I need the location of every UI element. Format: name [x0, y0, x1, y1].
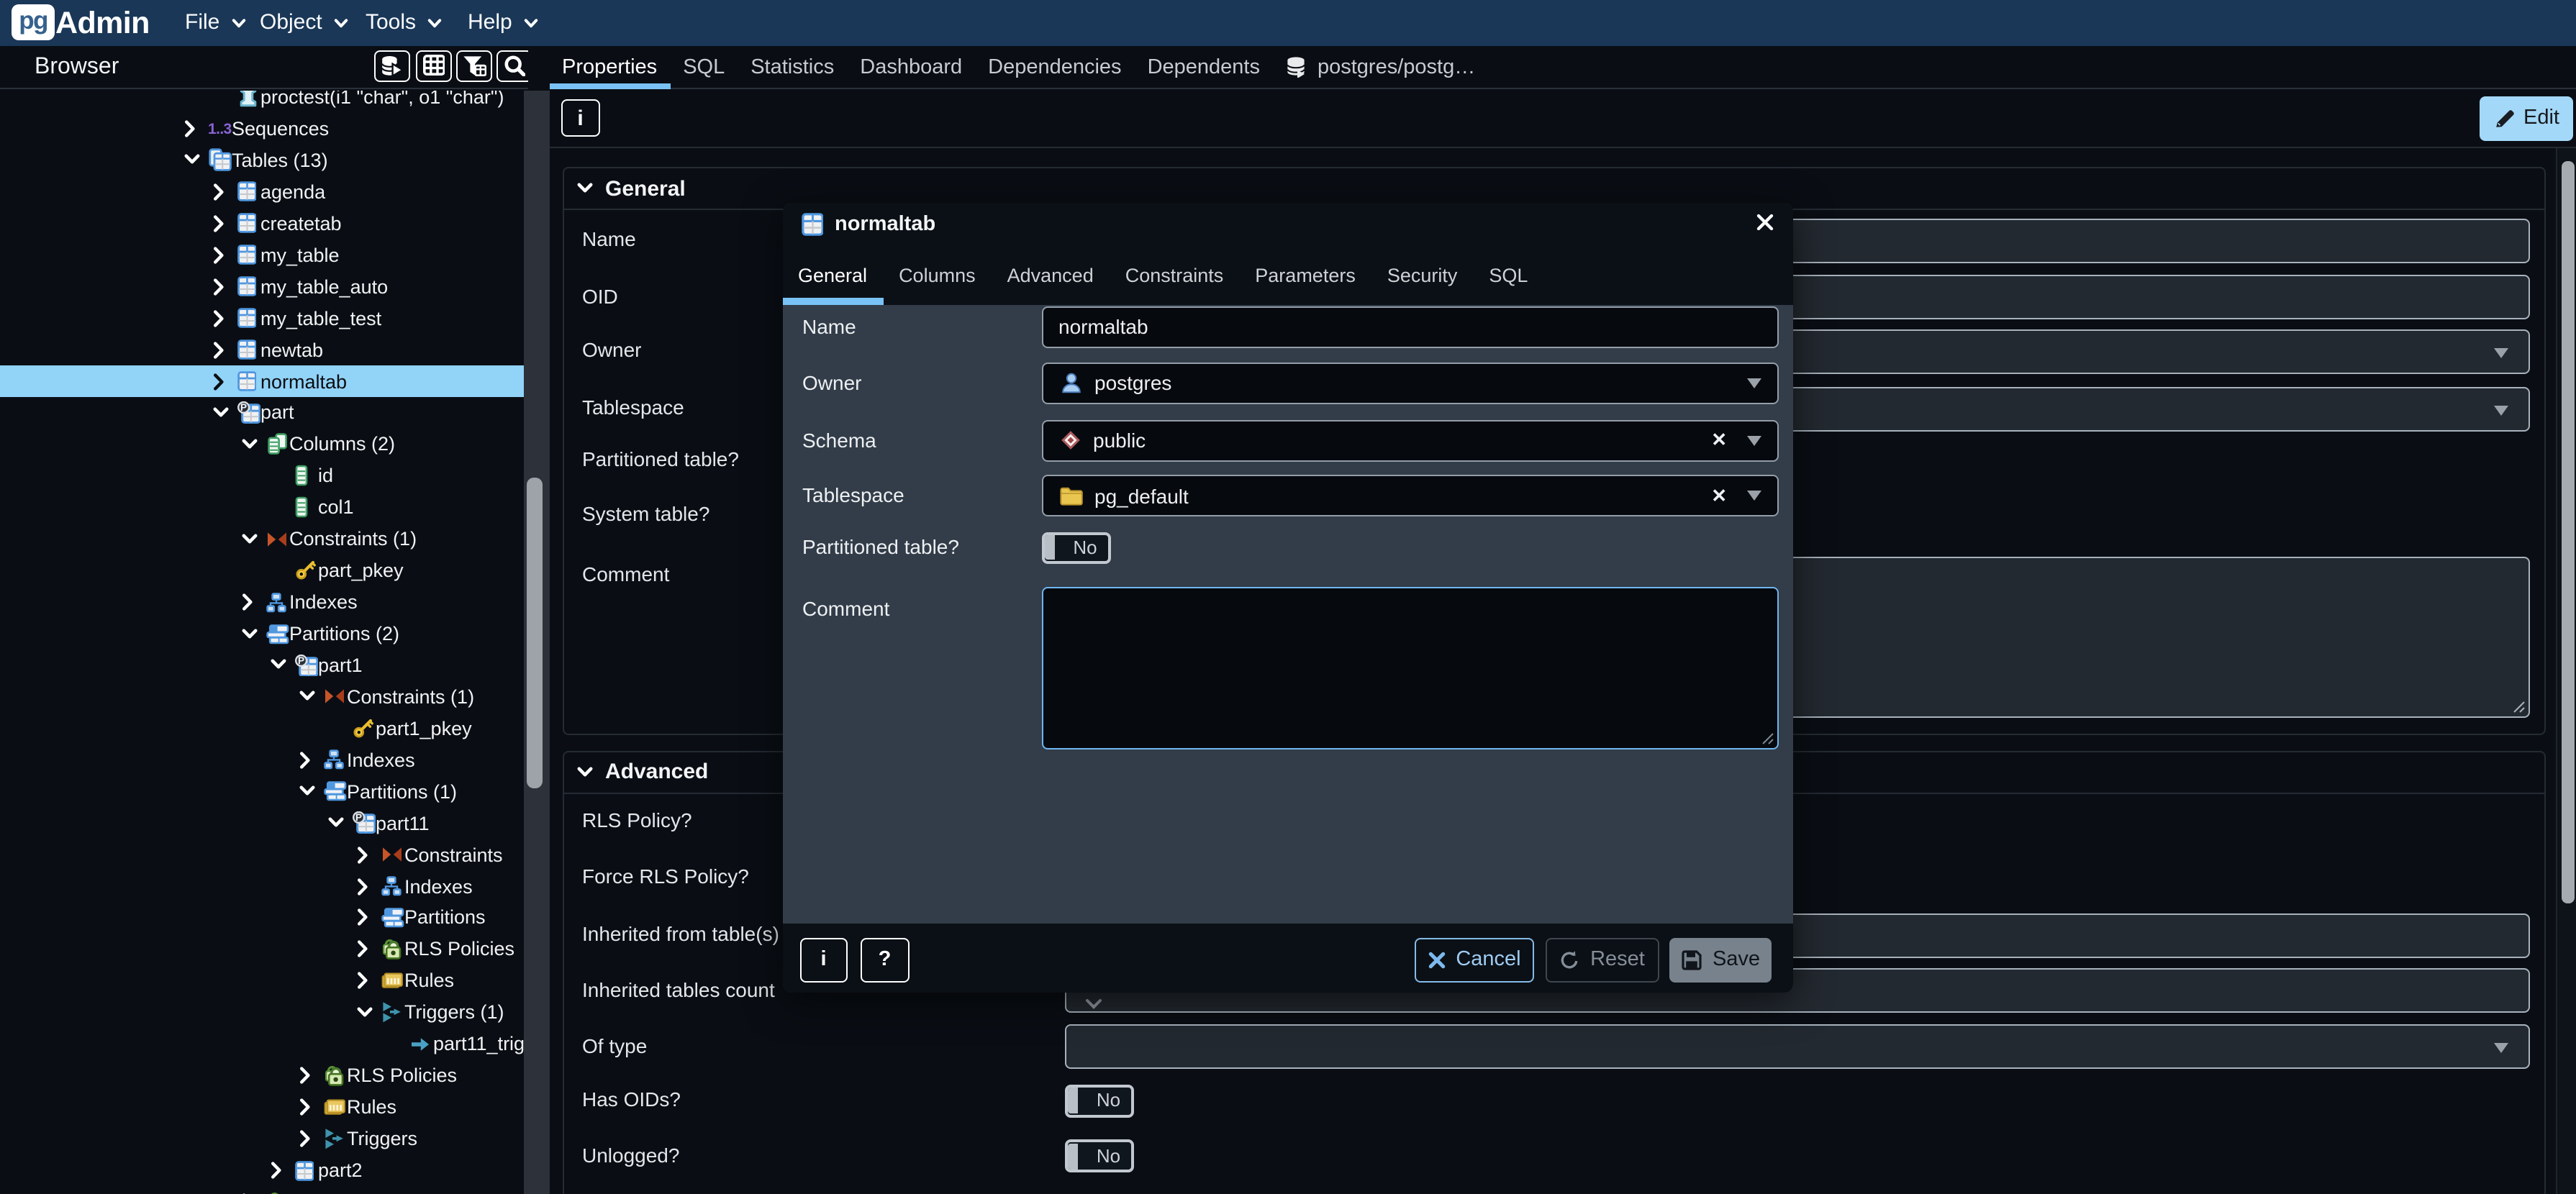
- svg-text:P: P: [297, 655, 304, 666]
- svg-text:P: P: [355, 813, 361, 824]
- svg-text:1..3: 1..3: [208, 122, 231, 137]
- svg-text:P: P: [240, 403, 246, 414]
